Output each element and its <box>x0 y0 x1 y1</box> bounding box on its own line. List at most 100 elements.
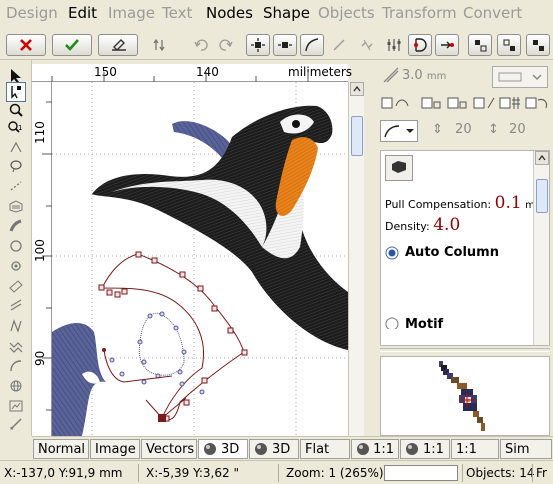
motif-radio[interactable]: Motif <box>385 317 535 329</box>
tab-3d-b[interactable]: 3D <box>249 439 299 459</box>
auto-column-radio[interactable]: Auto Column <box>385 245 499 260</box>
auto-column-label: Auto Column <box>405 245 499 260</box>
fill-stitch-icon[interactable] <box>6 196 26 216</box>
tab-flat[interactable]: Flat <box>300 439 350 459</box>
objects-count: Objects: 14 <box>466 466 535 480</box>
delete-node-icon <box>278 42 292 48</box>
properties-button[interactable] <box>98 34 138 56</box>
scroll-thumb[interactable] <box>536 179 548 213</box>
undo-icon[interactable] <box>190 34 212 56</box>
tab-label: Sim <box>505 441 530 457</box>
properties-scrollbar[interactable] <box>533 151 549 345</box>
tab-image[interactable]: Image <box>90 439 140 459</box>
tab-normal[interactable]: Normal <box>33 439 89 459</box>
density-value[interactable]: 4.0 <box>433 215 460 235</box>
node-type-a-button[interactable] <box>468 34 492 56</box>
curve-icon <box>305 38 319 52</box>
add-node-button[interactable] <box>246 34 270 56</box>
globe-tool-icon[interactable] <box>6 376 26 396</box>
size-unit: mm <box>426 71 447 82</box>
move-nodes-icon[interactable] <box>148 34 170 56</box>
delta-position: X:-5,39 Y:3,62 " <box>146 466 239 480</box>
tab-1to1-a[interactable]: 1:1 <box>351 439 399 459</box>
tab-sim[interactable]: Sim <box>500 439 552 459</box>
stitch-type-dropdown[interactable] <box>492 66 548 88</box>
curve-node-button[interactable] <box>300 34 324 56</box>
break-path-icon[interactable] <box>356 34 378 56</box>
pan-tool-icon[interactable] <box>6 138 26 158</box>
zigzag-tool-icon[interactable] <box>6 336 26 356</box>
sphere-icon <box>204 443 216 455</box>
line-node-icon[interactable] <box>328 34 350 56</box>
menu-shape[interactable]: Shape <box>263 4 310 22</box>
photo-stitch-icon[interactable] <box>6 396 26 416</box>
chevron-up-icon <box>538 154 546 161</box>
cancel-button[interactable] <box>6 34 46 56</box>
spacing-a[interactable]: ⇕ 20 <box>432 122 472 137</box>
design-canvas[interactable] <box>52 82 348 436</box>
circle-tool-icon[interactable] <box>6 236 26 256</box>
sphere-icon <box>406 443 418 455</box>
scroll-up-button[interactable] <box>350 82 364 96</box>
pull-compensation: Pull Compensation: 0.1 mm <box>385 193 545 213</box>
node-type-b-button[interactable] <box>497 34 521 56</box>
run-stitch-icon[interactable] <box>6 176 26 196</box>
scroll-thumb[interactable] <box>351 116 363 156</box>
column-shape-icon <box>392 161 406 173</box>
pull-value[interactable]: 0.1 <box>495 193 522 213</box>
separator <box>138 464 139 482</box>
curve-type-dropdown[interactable] <box>380 120 418 142</box>
spacing-b-icon: ↕ <box>488 122 499 137</box>
node-type-c-button[interactable] <box>526 34 550 56</box>
end-point-button[interactable] <box>435 34 459 56</box>
lasso-tool-icon[interactable] <box>6 156 26 176</box>
stitch-shape-button[interactable] <box>385 155 413 181</box>
tab-1to1-b[interactable]: 1:1 <box>400 439 450 459</box>
selected-shape-outline[interactable] <box>98 251 248 422</box>
edit-stitch-icon <box>112 39 126 51</box>
curve-icon <box>384 125 414 138</box>
menu-nodes[interactable]: Nodes <box>206 4 253 22</box>
zoom-1to1-icon[interactable]: 1 <box>6 118 26 138</box>
chevron-up-icon <box>353 85 361 92</box>
start-point-button[interactable] <box>408 34 432 56</box>
tab-label: 1:1 <box>423 441 444 457</box>
apply-button[interactable] <box>52 34 92 56</box>
gear-shape-icon[interactable] <box>6 256 26 276</box>
vertical-ruler: 110 100 90 <box>32 82 52 436</box>
tab-vectors[interactable]: Vectors <box>141 439 197 459</box>
panel-splitter[interactable] <box>380 348 550 352</box>
stitch-properties: Pull Compensation: 0.1 mm Density: 4.0 A… <box>380 150 550 346</box>
embroidery-design[interactable] <box>52 82 348 436</box>
column-stitch-icon[interactable] <box>6 216 26 236</box>
menu-bar: Design Edit Image Text Nodes Shape Objec… <box>0 0 553 28</box>
checkbox-a[interactable] <box>381 97 393 109</box>
stitch-length-icon <box>382 66 402 86</box>
tab-3d-a[interactable]: 3D <box>198 439 248 459</box>
menu-transform[interactable]: Transform <box>382 4 457 22</box>
menu-convert[interactable]: Convert <box>463 4 522 22</box>
menu-design[interactable]: Design <box>6 4 58 22</box>
tool-column: 1 <box>0 60 32 436</box>
menu-image[interactable]: Image <box>108 4 155 22</box>
redo-icon[interactable] <box>215 34 237 56</box>
node-type-b-icon <box>503 39 515 51</box>
tab-1to1-c[interactable]: 1:1 <box>451 439 499 459</box>
measure-tool-icon[interactable] <box>6 414 26 434</box>
align-nodes-icon[interactable] <box>383 34 405 56</box>
menu-objects[interactable]: Objects <box>318 4 375 22</box>
preview-image <box>439 361 485 431</box>
curve-tool-icon[interactable] <box>6 356 26 376</box>
scroll-up-button[interactable] <box>535 151 549 165</box>
canvas-scrollbar[interactable] <box>348 82 364 436</box>
satin-tool-icon[interactable] <box>6 316 26 336</box>
menu-text[interactable]: Text <box>162 4 192 22</box>
stitch-length-value[interactable]: 3.0 mm <box>402 68 446 83</box>
node-edit-tool-icon[interactable] <box>6 82 26 102</box>
text-tool-icon[interactable] <box>6 296 26 316</box>
menu-edit[interactable]: Edit <box>68 4 97 22</box>
rectangle-tool-icon[interactable] <box>6 276 26 296</box>
zoom-tool-icon[interactable] <box>6 100 26 120</box>
delete-node-button[interactable] <box>273 34 297 56</box>
spacing-b[interactable]: ↕ 20 <box>488 122 526 137</box>
